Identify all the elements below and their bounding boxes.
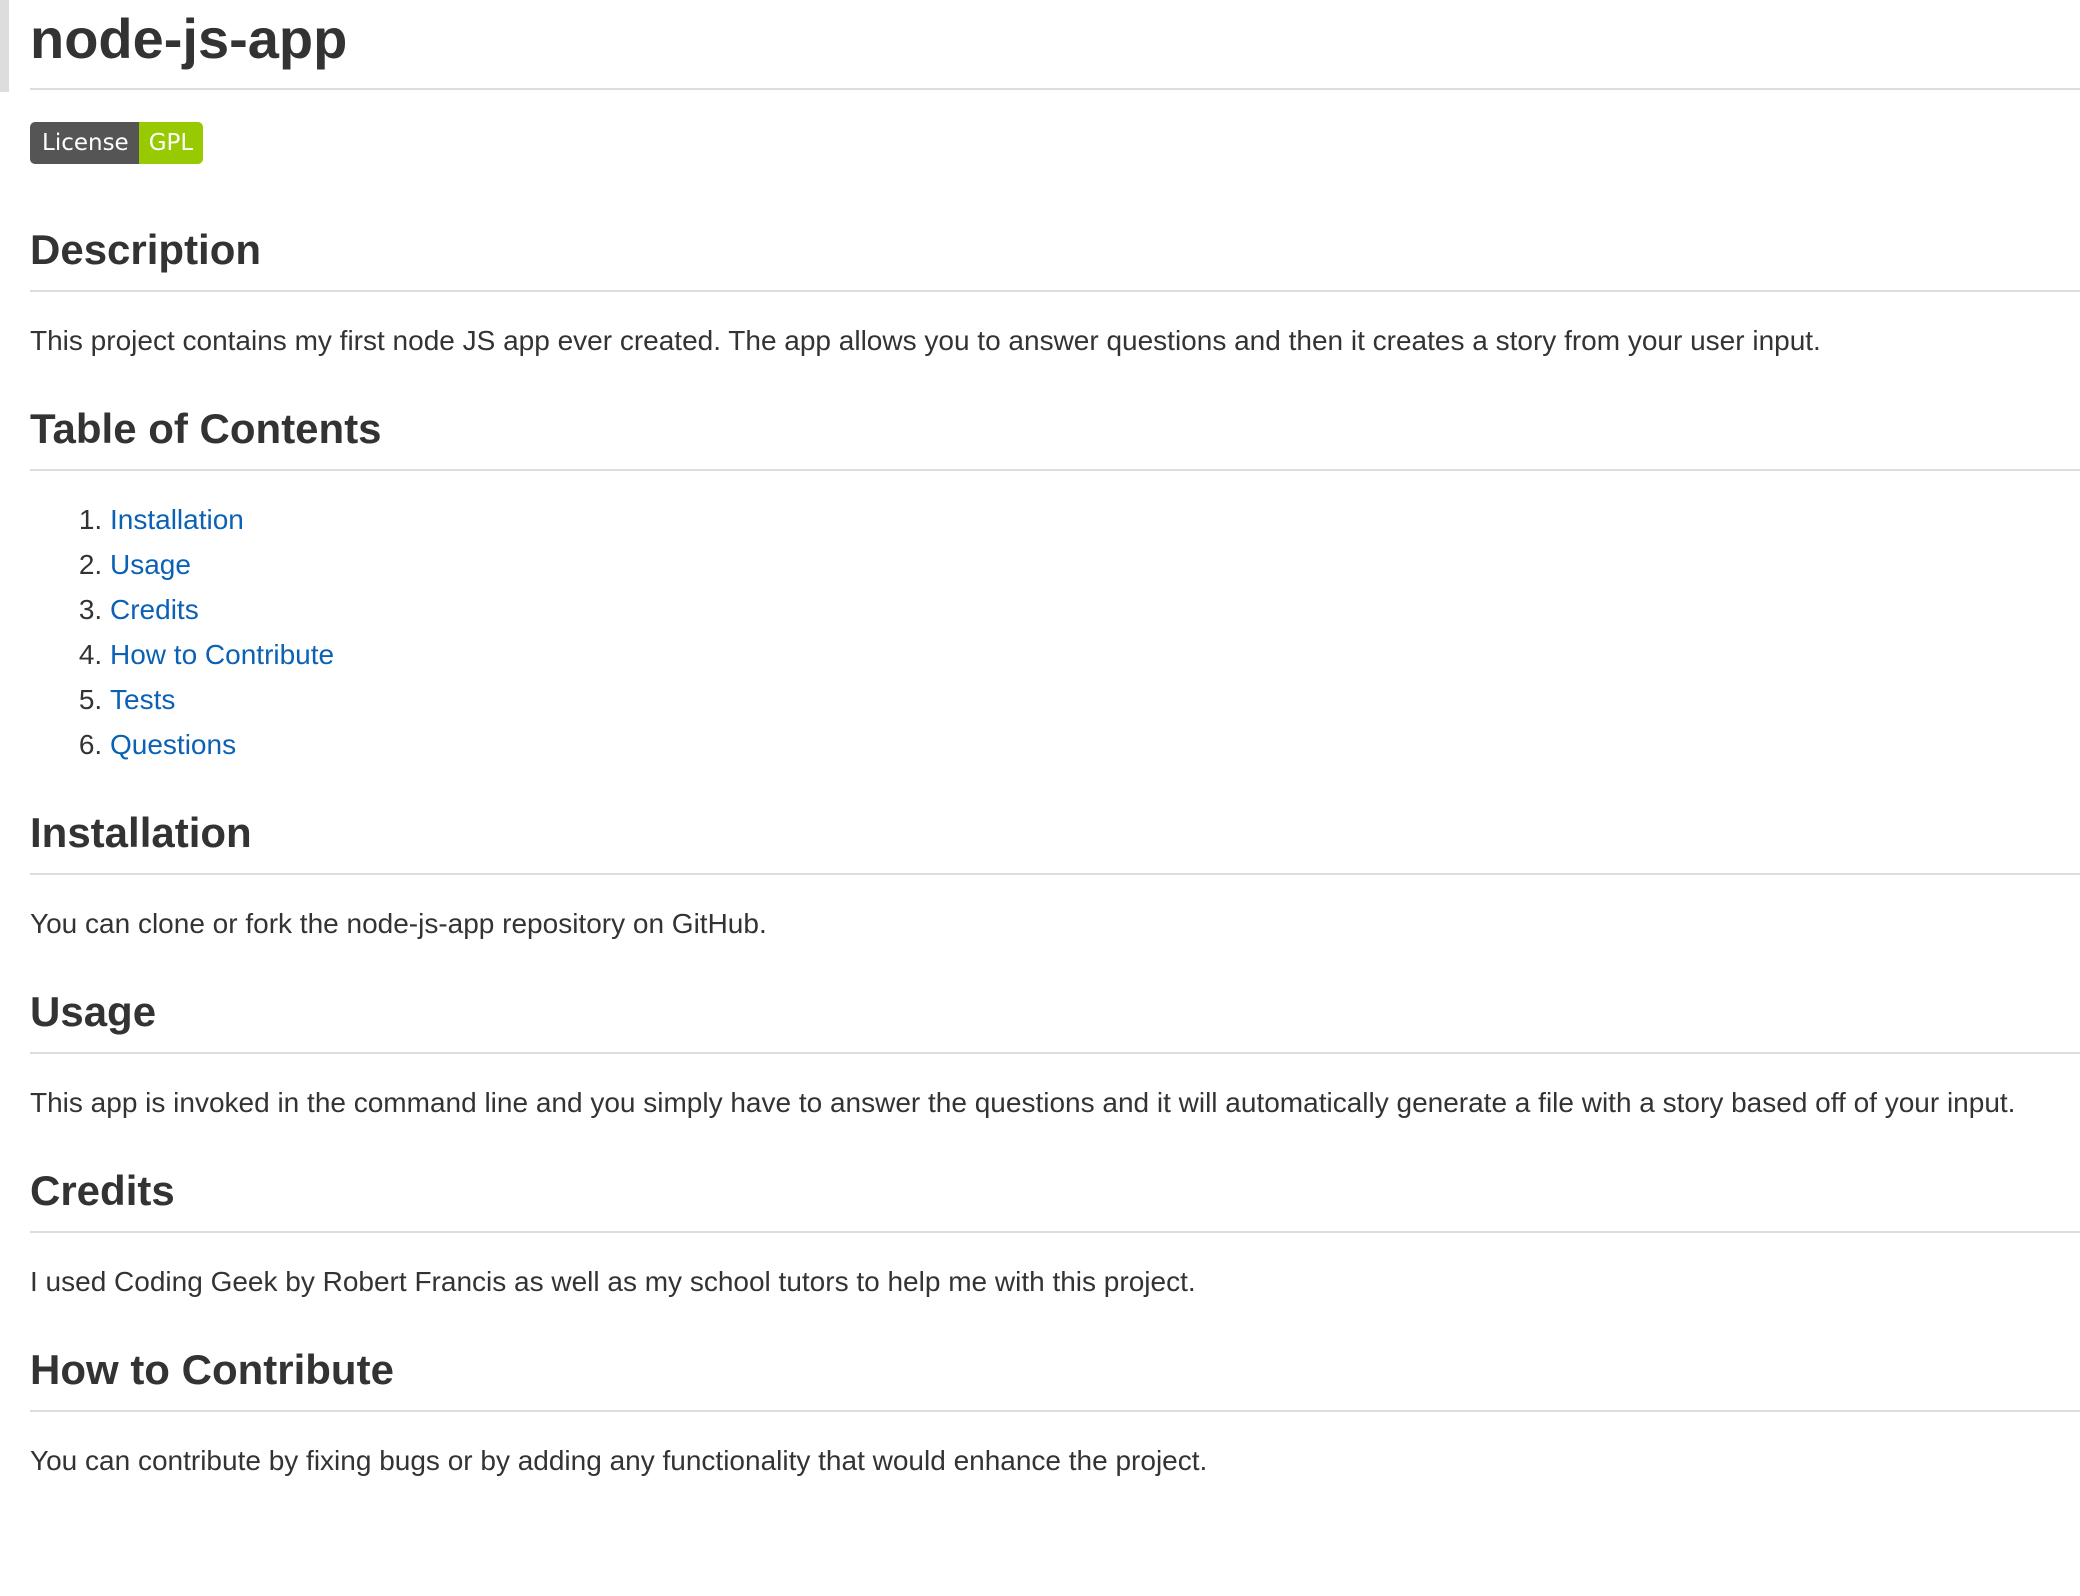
toc-item: How to Contribute (110, 632, 2080, 677)
toc-link-tests[interactable]: Tests (110, 684, 175, 715)
toc-heading: Table of Contents (30, 401, 2080, 471)
license-badge-label: License (30, 122, 139, 164)
toc-link-installation[interactable]: Installation (110, 504, 244, 535)
toc-item: Tests (110, 677, 2080, 722)
toc-link-credits[interactable]: Credits (110, 594, 199, 625)
description-heading: Description (30, 222, 2080, 292)
credits-heading: Credits (30, 1163, 2080, 1233)
toc-item: Installation (110, 497, 2080, 542)
installation-heading: Installation (30, 805, 2080, 875)
usage-text: This app is invoked in the command line … (30, 1087, 2016, 1118)
installation-text: You can clone or fork the node-js-app re… (30, 908, 767, 939)
toc-item: Credits (110, 587, 2080, 632)
blockquote-rule (0, 0, 9, 92)
page-title: node-js-app (30, 0, 2080, 90)
readme-content: node-js-app License GPL Description This… (30, 0, 2080, 1483)
contribute-text: You can contribute by fixing bugs or by … (30, 1445, 1208, 1476)
toc-link-questions[interactable]: Questions (110, 729, 236, 760)
contribute-heading: How to Contribute (30, 1342, 2080, 1412)
toc-item: Usage (110, 542, 2080, 587)
toc-item: Questions (110, 722, 2080, 767)
credits-text: I used Coding Geek by Robert Francis as … (30, 1266, 1196, 1297)
toc-list: Installation Usage Credits How to Contri… (30, 497, 2080, 767)
toc-link-usage[interactable]: Usage (110, 549, 191, 580)
toc-link-contribute[interactable]: How to Contribute (110, 639, 334, 670)
usage-heading: Usage (30, 984, 2080, 1054)
license-badge[interactable]: License GPL (30, 122, 204, 164)
description-text: This project contains my first node JS a… (30, 325, 1821, 356)
license-badge-value: GPL (138, 122, 204, 164)
